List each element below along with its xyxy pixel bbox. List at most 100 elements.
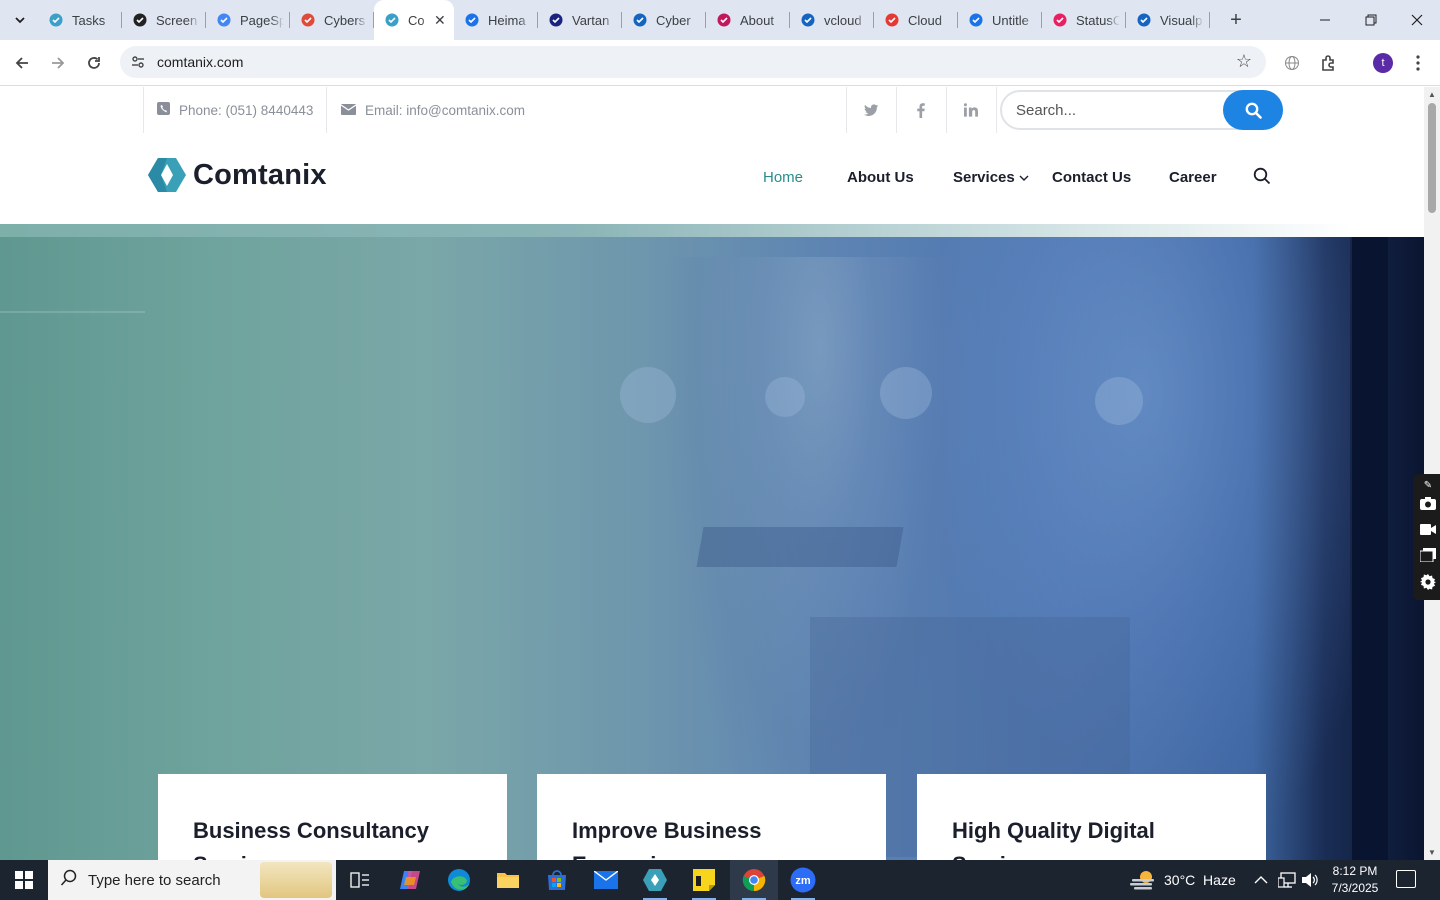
- minimize-button[interactable]: [1302, 0, 1348, 40]
- taskbar-search-input[interactable]: [88, 871, 258, 889]
- microsoft-store-icon[interactable]: [533, 860, 581, 900]
- browser-tab[interactable]: StatusC: [1042, 0, 1126, 40]
- bookmark-star-icon[interactable]: ☆: [1236, 51, 1252, 72]
- extensions-puzzle-icon[interactable]: [1318, 52, 1340, 74]
- nav-about-us[interactable]: About Us: [847, 169, 914, 186]
- weather-widget[interactable]: 30°C Haze: [1130, 860, 1236, 900]
- tab-title: Untitle: [992, 12, 1029, 28]
- feature-card[interactable]: Business Consultancy Services: [158, 774, 507, 860]
- chrome-icon[interactable]: [730, 860, 778, 900]
- camera-icon[interactable]: [1419, 494, 1437, 512]
- browser-tab[interactable]: PageSp: [206, 0, 290, 40]
- site-search-button[interactable]: [1223, 90, 1283, 130]
- browser-tab[interactable]: Cloud: [874, 0, 958, 40]
- header-search-icon[interactable]: [1253, 167, 1271, 190]
- tab-title: Co: [408, 12, 425, 28]
- haze-weather-icon: [1130, 871, 1154, 890]
- address-bar[interactable]: comtanix.com ☆: [120, 46, 1266, 78]
- docs-icon: [968, 12, 984, 28]
- nav-career[interactable]: Career: [1169, 169, 1217, 186]
- browser-tab[interactable]: Tasks: [38, 0, 122, 40]
- svg-text:zm: zm: [795, 875, 811, 887]
- site-settings-icon[interactable]: [130, 54, 146, 70]
- site-logo[interactable]: Comtanix: [148, 158, 327, 192]
- site-search-input[interactable]: [1016, 100, 1206, 120]
- nav-contact-us[interactable]: Contact Us: [1052, 169, 1131, 186]
- browser-tab[interactable]: Vartan: [538, 0, 622, 40]
- tab-title: Visualp: [1160, 12, 1203, 28]
- browser-tab[interactable]: Cyber: [622, 0, 706, 40]
- edge-browser-icon[interactable]: [435, 860, 483, 900]
- scroll-down-arrow-icon[interactable]: ▼: [1428, 848, 1436, 857]
- search-highlight-meerkat-image: [260, 862, 332, 898]
- browser-tab[interactable]: Screen: [122, 0, 206, 40]
- scroll-up-arrow-icon[interactable]: ▲: [1428, 90, 1436, 99]
- system-clock[interactable]: 8:12 PM 7/3/2025: [1318, 863, 1392, 897]
- tab-title: About: [740, 12, 774, 28]
- red-shield-icon: [300, 12, 316, 28]
- restore-button[interactable]: [1348, 0, 1394, 40]
- sticky-notes-icon[interactable]: [680, 860, 728, 900]
- browser-tab[interactable]: Co ✕: [374, 0, 454, 40]
- window-capture-icon[interactable]: [1419, 546, 1437, 564]
- profile-avatar[interactable]: t: [1373, 53, 1393, 73]
- comtanix-app-icon[interactable]: [631, 860, 679, 900]
- close-window-button[interactable]: [1394, 0, 1440, 40]
- twitter-icon[interactable]: [846, 87, 896, 133]
- hero-photo-tablet: [696, 527, 904, 567]
- browser-tab[interactable]: Visualp: [1126, 0, 1210, 40]
- new-tab-button[interactable]: +: [1224, 8, 1248, 32]
- restore-icon: [1365, 14, 1377, 26]
- network-icon[interactable]: [1278, 860, 1296, 900]
- reload-button[interactable]: [79, 48, 109, 78]
- blue-hex-icon: [48, 12, 64, 28]
- pulse-icon: [1136, 12, 1152, 28]
- mail-icon[interactable]: [582, 860, 630, 900]
- bolt-icon: [1052, 12, 1068, 28]
- browser-tab[interactable]: About: [706, 0, 790, 40]
- close-tab-icon[interactable]: ✕: [434, 12, 446, 29]
- gear-icon[interactable]: [1419, 573, 1437, 591]
- bokeh-light: [620, 367, 676, 423]
- start-button[interactable]: [0, 860, 48, 900]
- tab-search-button[interactable]: [6, 6, 34, 34]
- url-text[interactable]: comtanix.com: [157, 54, 243, 70]
- action-center-icon[interactable]: [1396, 870, 1416, 888]
- copilot-icon[interactable]: [386, 860, 434, 900]
- translate-globe-icon[interactable]: [1281, 52, 1303, 74]
- browser-tab[interactable]: Untitle: [958, 0, 1042, 40]
- widget-edit-icon[interactable]: ✎: [1419, 476, 1437, 494]
- browser-tab[interactable]: Heima: [454, 0, 538, 40]
- volume-icon[interactable]: [1301, 860, 1319, 900]
- hero-top-band: [0, 224, 1424, 237]
- feature-card[interactable]: Improve Business Expansion: [537, 774, 886, 860]
- x-logo-icon: [548, 12, 564, 28]
- file-explorer-icon[interactable]: [484, 860, 532, 900]
- video-camera-icon[interactable]: [1419, 520, 1437, 538]
- forward-button[interactable]: [43, 48, 73, 78]
- windows-taskbar: zm 30°C Haze 8:12 PM 7/3/2025: [0, 860, 1440, 900]
- divider: [996, 87, 997, 133]
- tab-title: Cybers: [324, 12, 366, 28]
- site-search-box: [1000, 90, 1283, 130]
- zoom-icon[interactable]: zm: [779, 860, 827, 900]
- email-text[interactable]: Email: info@comtanix.com: [365, 103, 525, 118]
- nav-services[interactable]: Services: [953, 169, 1029, 186]
- hero-right-edge: [1352, 237, 1388, 860]
- minimize-icon: [1320, 19, 1330, 21]
- scrollbar-thumb[interactable]: [1428, 103, 1436, 213]
- task-view-icon[interactable]: [336, 860, 384, 900]
- taskbar-search[interactable]: [48, 860, 336, 900]
- bokeh-light: [1095, 377, 1143, 425]
- phone-text[interactable]: Phone: (051) 8440443: [179, 103, 313, 118]
- nav-home[interactable]: Home: [763, 169, 803, 186]
- facebook-icon[interactable]: [896, 87, 946, 133]
- browser-menu-icon[interactable]: [1407, 52, 1429, 74]
- linkedin-icon[interactable]: [946, 87, 996, 133]
- back-button[interactable]: [7, 48, 37, 78]
- browser-tab[interactable]: Cybers: [290, 0, 374, 40]
- browser-tab[interactable]: vcloud: [790, 0, 874, 40]
- feature-card[interactable]: High Quality Digital Services: [917, 774, 1266, 860]
- show-hidden-icons-chevron-icon[interactable]: [1254, 860, 1268, 900]
- pagespeed-gauge-icon: [216, 12, 232, 28]
